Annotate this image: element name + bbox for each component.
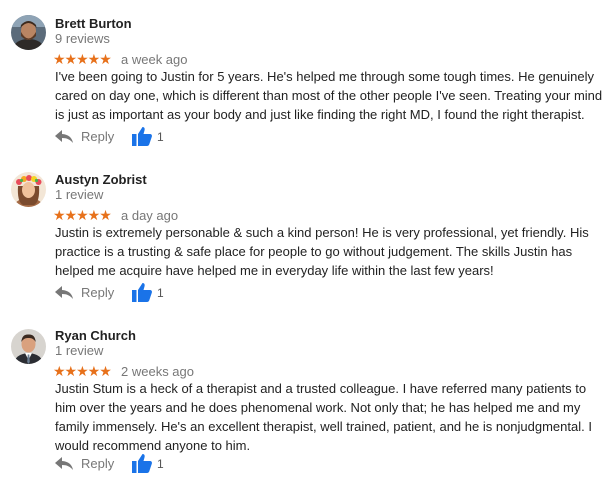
reviewer-name[interactable]: Austyn Zobrist [55,172,147,187]
thumbs-up-icon [132,283,152,302]
like-button[interactable]: 1 [132,282,172,304]
reviewer-name[interactable]: Brett Burton [55,16,132,31]
thumbs-up-icon [132,454,152,473]
like-count: 1 [157,130,164,144]
reviewer-review-count[interactable]: 1 review [55,343,103,358]
reply-label: Reply [81,129,115,144]
reply-arrow-icon [55,457,73,470]
man-with-beard-avatar-icon [11,15,46,50]
reply-label: Reply [81,456,115,471]
like-count: 1 [157,457,164,471]
star-rating: ★★★★★ [53,207,112,223]
thumbs-up-icon [132,127,152,146]
like-button[interactable]: 1 [132,126,172,148]
reply-label: Reply [81,285,115,300]
reviewer-review-count[interactable]: 1 review [55,187,103,202]
review-time: a week ago [121,52,188,67]
like-button[interactable]: 1 [132,453,172,475]
reviewer-review-count[interactable]: 9 reviews [55,31,110,46]
reviewer-avatar[interactable] [11,329,46,364]
reviewer-avatar[interactable] [11,172,46,207]
reviewer-name[interactable]: Ryan Church [55,328,136,343]
reply-arrow-icon [55,130,73,143]
review-time: a day ago [121,208,179,223]
woman-with-flower-crown-avatar-icon [11,172,46,207]
review-text: Justin is extremely personable & such a … [55,225,589,278]
reviewer-avatar[interactable] [11,15,46,50]
man-in-suit-avatar-icon [11,329,46,364]
review-time: 2 weeks ago [121,364,194,379]
review-text: I've been going to Justin for 5 years. H… [55,69,603,122]
review-text: Justin Stum is a heck of a therapist and… [55,381,592,453]
star-rating: ★★★★★ [53,363,112,379]
reply-arrow-icon [55,286,73,299]
like-count: 1 [157,286,164,300]
star-rating: ★★★★★ [53,51,112,67]
